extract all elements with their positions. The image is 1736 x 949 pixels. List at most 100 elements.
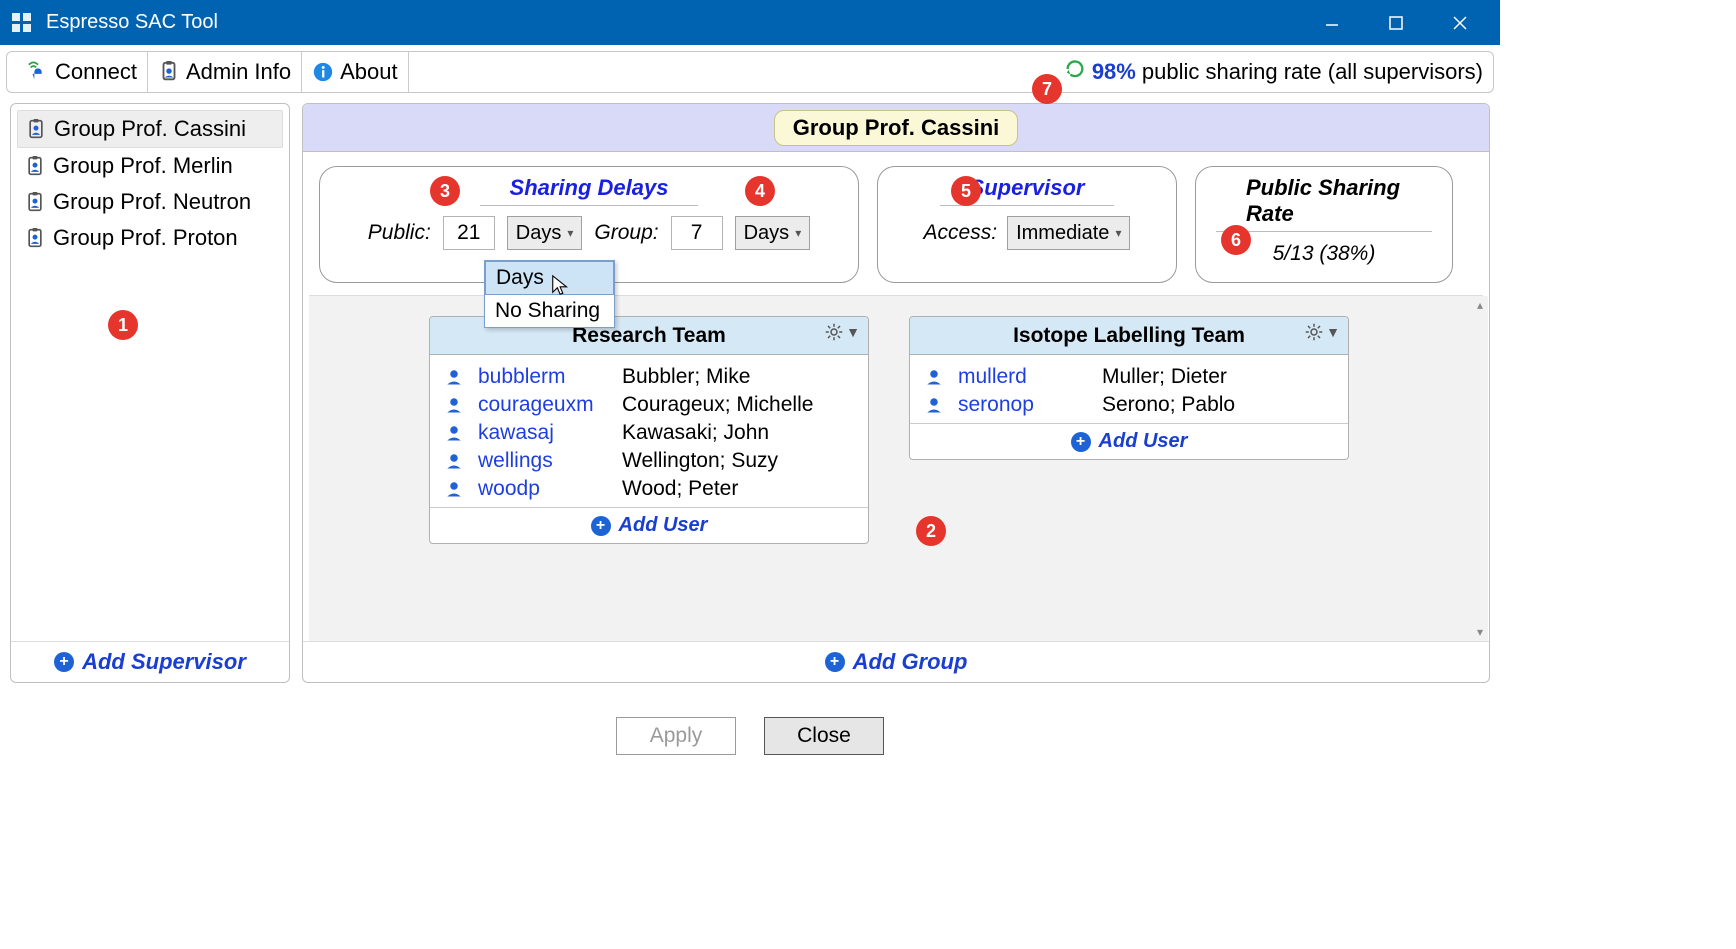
sidebar-item-neutron[interactable]: Group Prof. Neutron [17, 184, 283, 220]
sidebar-item-label: Group Prof. Neutron [53, 189, 251, 215]
access-combo[interactable]: Immediate ▾ [1007, 216, 1130, 250]
team-name: Isotope Labelling Team [1013, 324, 1245, 348]
supervisor-panel: Supervisor Access: Immediate ▾ [877, 166, 1177, 283]
add-supervisor-button[interactable]: + Add Supervisor [11, 641, 289, 682]
group-unit-combo[interactable]: Days ▾ [735, 216, 811, 250]
user-name: Wood; Peter [622, 477, 738, 501]
close-window-button[interactable] [1428, 0, 1492, 45]
user-row[interactable]: mullerd Muller; Dieter [924, 363, 1334, 391]
user-id: woodp [478, 477, 608, 501]
connect-label: Connect [55, 59, 137, 85]
plus-icon: + [825, 652, 845, 672]
public-unit-combo[interactable]: Days ▾ [507, 216, 583, 250]
group-delay-input[interactable] [671, 216, 723, 250]
user-id: courageuxm [478, 393, 608, 417]
plus-icon: + [54, 652, 74, 672]
user-name: Bubbler; Mike [622, 365, 750, 389]
group-label: Group: [594, 221, 658, 245]
team-body: mullerd Muller; Dieter seronop Serono; P… [910, 355, 1348, 423]
scrollbar[interactable]: ▴ ▾ [1472, 296, 1488, 641]
scroll-up-icon: ▴ [1473, 298, 1487, 312]
admin-icon [158, 61, 180, 83]
user-name: Wellington; Suzy [622, 449, 778, 473]
user-name: Kawasaki; John [622, 421, 769, 445]
window-controls [1300, 0, 1492, 45]
close-label: Close [797, 724, 851, 748]
access-value: Immediate [1016, 222, 1109, 245]
minimize-button[interactable] [1300, 0, 1364, 45]
sidebar-item-proton[interactable]: Group Prof. Proton [17, 220, 283, 256]
team-settings-button[interactable]: ▼ [1305, 323, 1340, 341]
sidebar-item-label: Group Prof. Proton [53, 225, 238, 251]
callout-6: 6 [1221, 225, 1251, 255]
sidebar-item-merlin[interactable]: Group Prof. Merlin [17, 148, 283, 184]
user-row[interactable]: bubblerm Bubbler; Mike [444, 363, 854, 391]
close-button[interactable]: Close [764, 717, 884, 755]
admin-label: Admin Info [186, 59, 291, 85]
unit-dropdown-popup: Days No Sharing [484, 260, 615, 328]
about-label: About [340, 59, 398, 85]
sharing-delays-title: Sharing Delays [480, 175, 699, 206]
sidebar: Group Prof. Cassini Group Prof. Merlin G… [10, 103, 290, 683]
user-row[interactable]: courageuxm Courageux; Michelle [444, 391, 854, 419]
user-row[interactable]: wellings Wellington; Suzy [444, 447, 854, 475]
user-name: Muller; Dieter [1102, 365, 1227, 389]
team-settings-button[interactable]: ▼ [825, 323, 860, 341]
user-row[interactable]: woodp Wood; Peter [444, 475, 854, 503]
user-row[interactable]: seronop Serono; Pablo [924, 391, 1334, 419]
team-body: bubblerm Bubbler; Mike courageuxm Courag… [430, 355, 868, 507]
global-sharing-rate: 98% public sharing rate (all supervisors… [1064, 58, 1483, 86]
chevron-down-icon: ▾ [567, 226, 573, 240]
chevron-down-icon: ▼ [1326, 324, 1340, 340]
team-header: Isotope Labelling Team ▼ [910, 317, 1348, 355]
refresh-icon[interactable] [1064, 58, 1086, 86]
user-icon [444, 368, 464, 386]
apply-button[interactable]: Apply [616, 717, 736, 755]
callout-5: 5 [951, 176, 981, 206]
user-icon [924, 368, 944, 386]
clipboard-icon [25, 155, 45, 177]
add-user-button[interactable]: + Add User [910, 423, 1348, 459]
dropdown-option-nosharing[interactable]: No Sharing [485, 295, 614, 327]
user-icon [444, 396, 464, 414]
settings-row: Sharing Delays Public: Days ▾ Group: Day… [303, 152, 1489, 295]
callout-1: 1 [108, 310, 138, 340]
user-id: bubblerm [478, 365, 608, 389]
about-button[interactable]: About [302, 52, 409, 92]
psr-value: 5/13 (38%) [1273, 242, 1376, 266]
scroll-down-icon: ▾ [1473, 625, 1487, 639]
callout-2: 2 [916, 516, 946, 546]
user-id: seronop [958, 393, 1088, 417]
rate-percent: 98% [1092, 59, 1136, 85]
add-user-button[interactable]: + Add User [430, 507, 868, 543]
dropdown-option-days[interactable]: Days [485, 261, 614, 295]
psr-title: Public Sharing Rate [1216, 175, 1432, 232]
user-row[interactable]: kawasaj Kawasaki; John [444, 419, 854, 447]
callout-3: 3 [430, 176, 460, 206]
clipboard-icon [25, 191, 45, 213]
team-card-isotope: Isotope Labelling Team ▼ mullerd Muller;… [909, 316, 1349, 460]
sidebar-list: Group Prof. Cassini Group Prof. Merlin G… [11, 104, 289, 641]
clipboard-icon [26, 118, 46, 140]
group-unit-value: Days [744, 222, 790, 245]
info-icon [312, 61, 334, 83]
chevron-down-icon: ▾ [1115, 226, 1121, 240]
public-delay-input[interactable] [443, 216, 495, 250]
add-group-label: Add Group [853, 649, 968, 675]
add-group-button[interactable]: + Add Group [303, 641, 1489, 682]
maximize-button[interactable] [1364, 0, 1428, 45]
user-name: Courageux; Michelle [622, 393, 813, 417]
chevron-down-icon: ▼ [846, 324, 860, 340]
callout-4: 4 [745, 176, 775, 206]
clipboard-icon [25, 227, 45, 249]
plus-icon: + [591, 516, 611, 536]
group-title-pill: Group Prof. Cassini [774, 110, 1019, 146]
titlebar: Espresso SAC Tool [0, 0, 1500, 45]
admin-info-button[interactable]: Admin Info [148, 52, 302, 92]
plus-icon: + [1071, 432, 1091, 452]
main-panel: Group Prof. Cassini Sharing Delays Publi… [302, 103, 1490, 683]
public-unit-value: Days [516, 222, 562, 245]
sidebar-item-cassini[interactable]: Group Prof. Cassini [17, 110, 283, 148]
teams-area: Research Team ▼ bubblerm Bubbler; Mike c [309, 295, 1483, 641]
connect-button[interactable]: Connect [17, 52, 148, 92]
